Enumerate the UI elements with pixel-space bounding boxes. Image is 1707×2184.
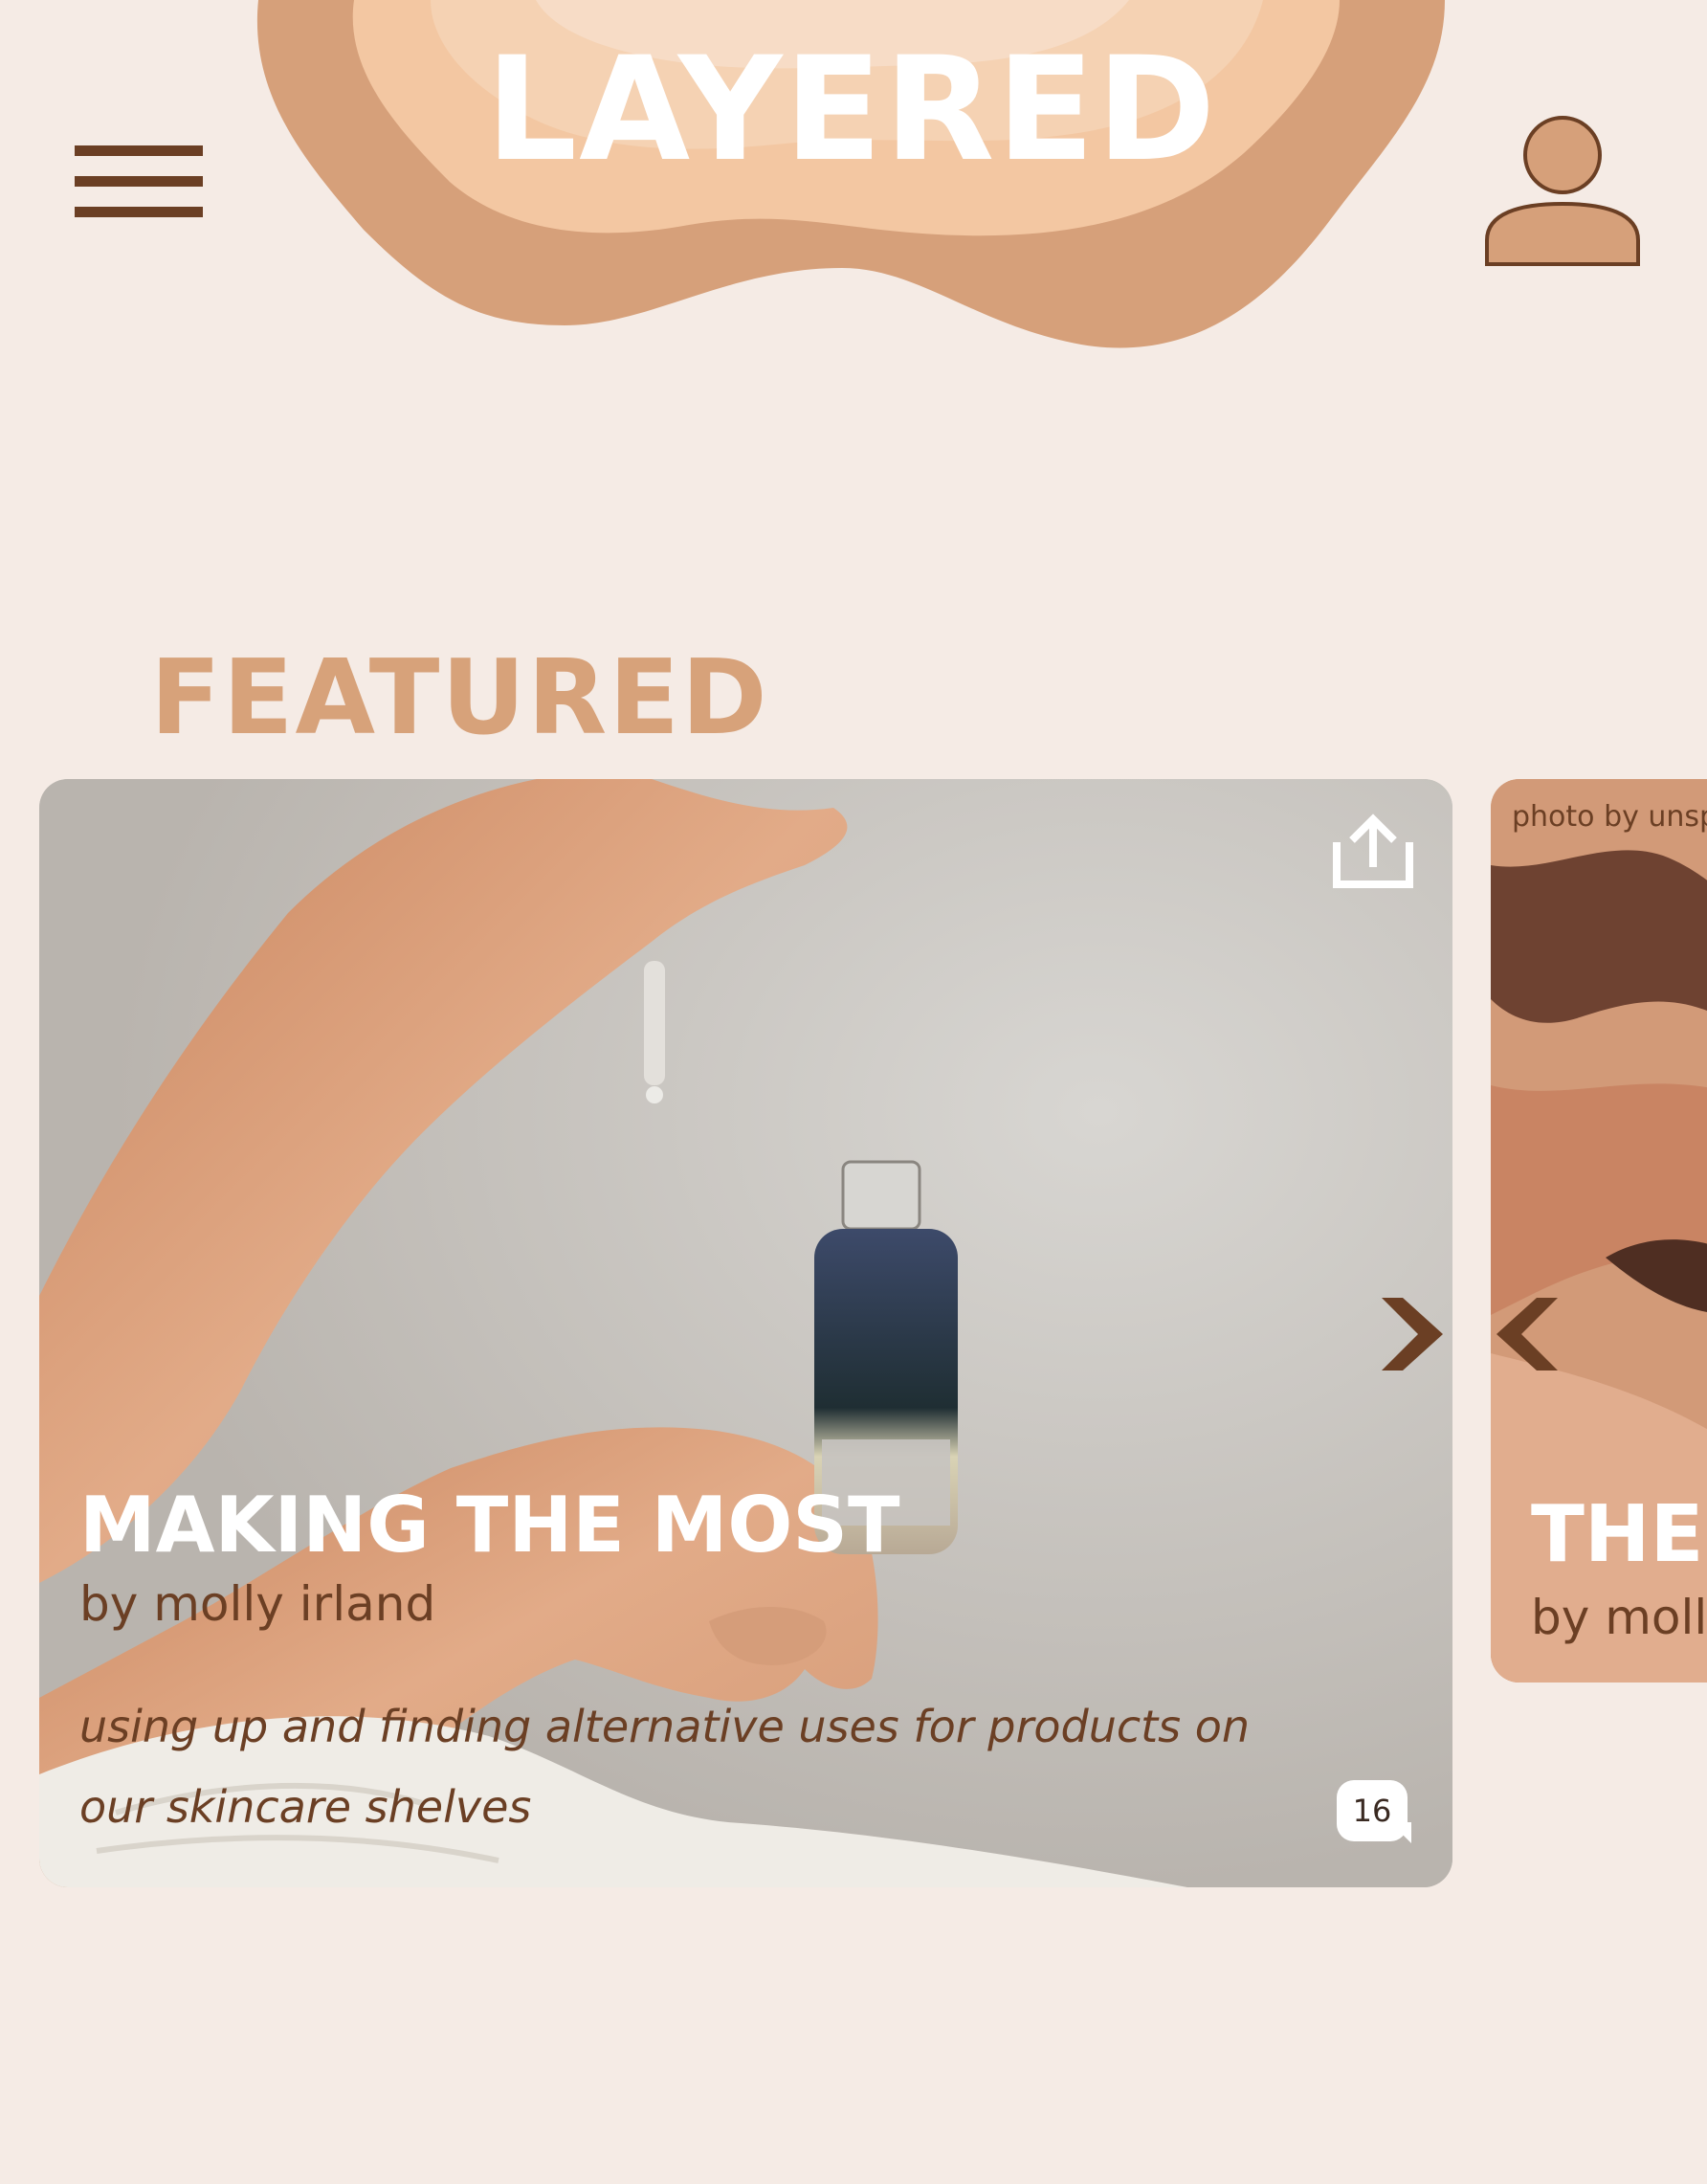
next-card-preview[interactable]: photo by unspl THE by molly [1491,779,1707,1683]
user-profile-icon[interactable] [1481,110,1644,273]
featured-card[interactable]: MAKING THE MOST by molly irland using up… [39,779,1452,1887]
card-description: using up and finding alternative uses fo… [79,1701,1251,1833]
chevron-right-icon[interactable] [1378,1294,1447,1374]
featured-heading: FEATURED [150,638,769,758]
menu-bar-top [75,145,203,156]
menu-button[interactable] [75,145,205,226]
card-author: by molly irland [79,1576,436,1632]
comment-count: 16 [1352,1793,1392,1829]
share-icon[interactable] [1333,813,1413,890]
chevron-left-icon[interactable] [1493,1294,1562,1374]
app-title: LAYERED [485,27,1218,193]
card-title: MAKING THE MOST [79,1481,900,1570]
photo-credit: photo by unspl [1512,800,1707,834]
menu-bar-middle [75,176,203,187]
peek-card-author: by molly [1531,1590,1707,1645]
comment-count-badge[interactable]: 16 [1337,1780,1411,1845]
menu-bar-bottom [75,207,203,217]
peek-card-title: THE [1531,1489,1704,1580]
